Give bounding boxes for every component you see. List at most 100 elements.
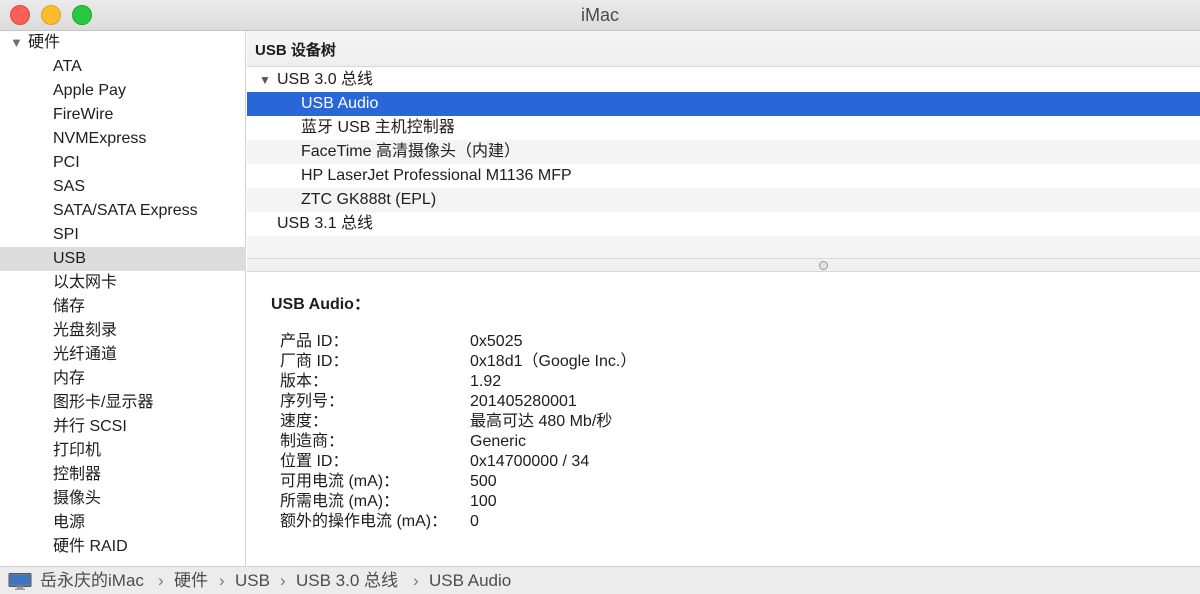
tree-row-bluetooth-controller[interactable]: 蓝牙 USB 主机控制器 xyxy=(247,116,1200,140)
property-key: 产品 ID： xyxy=(280,333,349,350)
sidebar-item-label: 打印机 xyxy=(53,442,102,459)
divider-handle-icon[interactable] xyxy=(819,261,828,270)
sidebar-item-label: 图形卡/显示器 xyxy=(53,394,154,411)
sidebar: ▼ 硬件 ATA Apple Pay FireWire NVMExpress P… xyxy=(0,31,246,566)
property-row: 位置 ID： 0x14700000 / 34 xyxy=(247,452,1200,472)
property-row: 可用电流 (mA)： 500 xyxy=(247,472,1200,492)
property-row: 制造商： Generic xyxy=(247,432,1200,452)
property-value: 1.92 xyxy=(470,373,502,390)
disclosure-expanded-icon[interactable]: ▼ xyxy=(259,68,271,92)
usb-tree-header[interactable]: USB 设备树 xyxy=(247,31,1200,67)
sidebar-item-label: 并行 SCSI xyxy=(53,418,127,435)
tree-row-label: USB 3.1 总线 xyxy=(277,215,374,232)
sidebar-item[interactable]: 硬件 RAID xyxy=(0,535,246,559)
tree-row-empty xyxy=(247,236,1200,260)
sidebar-item[interactable]: 电源 xyxy=(0,511,246,535)
tree-row-label: FaceTime 高清摄像头（内建） xyxy=(301,143,520,160)
path-crumb-usb[interactable]: USB xyxy=(235,567,270,594)
sidebar-item-label: 摄像头 xyxy=(53,490,102,507)
property-value: Generic xyxy=(470,433,527,450)
sidebar-item-label: 光盘刻录 xyxy=(53,322,118,339)
sidebar-item[interactable]: 打印机 xyxy=(0,439,246,463)
sidebar-item[interactable]: 光纤通道 xyxy=(0,343,246,367)
tree-row-label: HP LaserJet Professional M1136 MFP xyxy=(301,167,572,184)
tree-row-label: USB Audio xyxy=(301,95,379,112)
sidebar-item[interactable]: 控制器 xyxy=(0,463,246,487)
disclosure-expanded-icon[interactable]: ▼ xyxy=(10,31,23,55)
property-key: 位置 ID： xyxy=(280,453,349,470)
usb-device-tree: ▼ USB 3.0 总线 USB Audio 蓝牙 USB 主机控制器 Face… xyxy=(247,68,1200,260)
property-value: 201405280001 xyxy=(470,393,577,410)
tree-row-label: 蓝牙 USB 主机控制器 xyxy=(301,119,455,136)
tree-row-hp-printer[interactable]: HP LaserJet Professional M1136 MFP xyxy=(247,164,1200,188)
property-value: 100 xyxy=(470,493,497,510)
property-value: 最高可达 480 Mb/秒 xyxy=(470,413,613,430)
property-key: 序列号： xyxy=(280,393,345,410)
imac-icon xyxy=(8,573,32,590)
property-key: 所需电流 (mA)： xyxy=(280,493,400,510)
sidebar-item-label: 储存 xyxy=(53,298,86,315)
sidebar-item-label: ATA xyxy=(53,58,82,75)
property-row: 产品 ID： 0x5025 xyxy=(247,332,1200,352)
property-row: 序列号： 201405280001 xyxy=(247,392,1200,412)
sidebar-item[interactable]: NVMExpress xyxy=(0,127,246,151)
property-key: 厂商 ID： xyxy=(280,353,349,370)
tree-row-usb-audio[interactable]: USB Audio xyxy=(247,92,1200,116)
sidebar-item[interactable]: 内存 xyxy=(0,367,246,391)
sidebar-item[interactable]: FireWire xyxy=(0,103,246,127)
sidebar-item-label: NVMExpress xyxy=(53,130,147,147)
tree-row-ztc-printer[interactable]: ZTC GK888t (EPL) xyxy=(247,188,1200,212)
path-separator: › xyxy=(158,571,164,590)
tree-row-label: ZTC GK888t (EPL) xyxy=(301,191,437,208)
sidebar-item[interactable]: 以太网卡 xyxy=(0,271,246,295)
sidebar-item-label: 控制器 xyxy=(53,466,102,483)
tree-row-facetime-camera[interactable]: FaceTime 高清摄像头（内建） xyxy=(247,140,1200,164)
sidebar-item[interactable]: SATA/SATA Express xyxy=(0,199,246,223)
path-separator: › xyxy=(219,571,225,590)
sidebar-item-label: 以太网卡 xyxy=(53,274,118,291)
property-row: 速度： 最高可达 480 Mb/秒 xyxy=(247,412,1200,432)
sidebar-item-label: 硬件 RAID xyxy=(53,538,128,555)
path-crumb-hardware[interactable]: 硬件 xyxy=(174,567,208,594)
sidebar-group-hardware[interactable]: ▼ 硬件 xyxy=(0,31,246,55)
path-separator: › xyxy=(413,571,419,590)
property-value: 0 xyxy=(470,513,479,530)
property-value: 0x5025 xyxy=(470,333,523,350)
sidebar-item[interactable]: 储存 xyxy=(0,295,246,319)
path-crumb-usb-audio[interactable]: USB Audio xyxy=(429,567,511,594)
property-row: 版本： 1.92 xyxy=(247,372,1200,392)
sidebar-item[interactable]: 光盘刻录 xyxy=(0,319,246,343)
system-information-window: iMac ▼ 硬件 ATA Apple Pay FireWire NVMExpr… xyxy=(0,0,1200,594)
path-separator: › xyxy=(280,571,286,590)
path-bar: 岳永庆的iMac › 硬件 › USB › USB 3.0 总线 › USB A… xyxy=(0,566,1200,594)
sidebar-item[interactable]: 摄像头 xyxy=(0,487,246,511)
sidebar-item-label: 内存 xyxy=(53,370,86,387)
path-crumb-usb30-bus[interactable]: USB 3.0 总线 xyxy=(296,567,398,594)
property-key: 制造商： xyxy=(280,433,345,450)
sidebar-item[interactable]: ATA xyxy=(0,55,246,79)
sidebar-item-label: Apple Pay xyxy=(53,82,126,99)
sidebar-item-label: 光纤通道 xyxy=(53,346,118,363)
sidebar-item[interactable]: PCI xyxy=(0,151,246,175)
detail-pane: USB Audio： 产品 ID： 0x5025 厂商 ID： 0x18d1（Goo… xyxy=(247,272,1200,566)
property-key: 可用电流 (mA)： xyxy=(280,473,400,490)
tree-row-label: USB 3.0 总线 xyxy=(277,71,374,88)
sidebar-item[interactable]: SPI xyxy=(0,223,246,247)
sidebar-item-usb[interactable]: USB xyxy=(0,247,246,271)
path-crumb-computer[interactable]: 岳永庆的iMac xyxy=(40,567,144,594)
property-key: 速度： xyxy=(280,413,329,430)
sidebar-item-label: USB xyxy=(53,250,86,267)
tree-row-usb31-bus[interactable]: USB 3.1 总线 xyxy=(247,212,1200,236)
sidebar-item[interactable]: 并行 SCSI xyxy=(0,415,246,439)
property-row: 厂商 ID： 0x18d1（Google Inc.） xyxy=(247,352,1200,372)
sidebar-group-label: 硬件 xyxy=(28,34,61,51)
sidebar-item-label: 电源 xyxy=(53,514,86,531)
sidebar-item-label: SATA/SATA Express xyxy=(53,202,198,219)
split-view-divider[interactable] xyxy=(247,258,1200,272)
tree-row-usb30-bus[interactable]: ▼ USB 3.0 总线 xyxy=(247,68,1200,92)
usb-tree-header-label: USB 设备树 xyxy=(255,42,336,59)
sidebar-item-label: PCI xyxy=(53,154,80,171)
sidebar-item[interactable]: Apple Pay xyxy=(0,79,246,103)
sidebar-item[interactable]: SAS xyxy=(0,175,246,199)
sidebar-item[interactable]: 图形卡/显示器 xyxy=(0,391,246,415)
